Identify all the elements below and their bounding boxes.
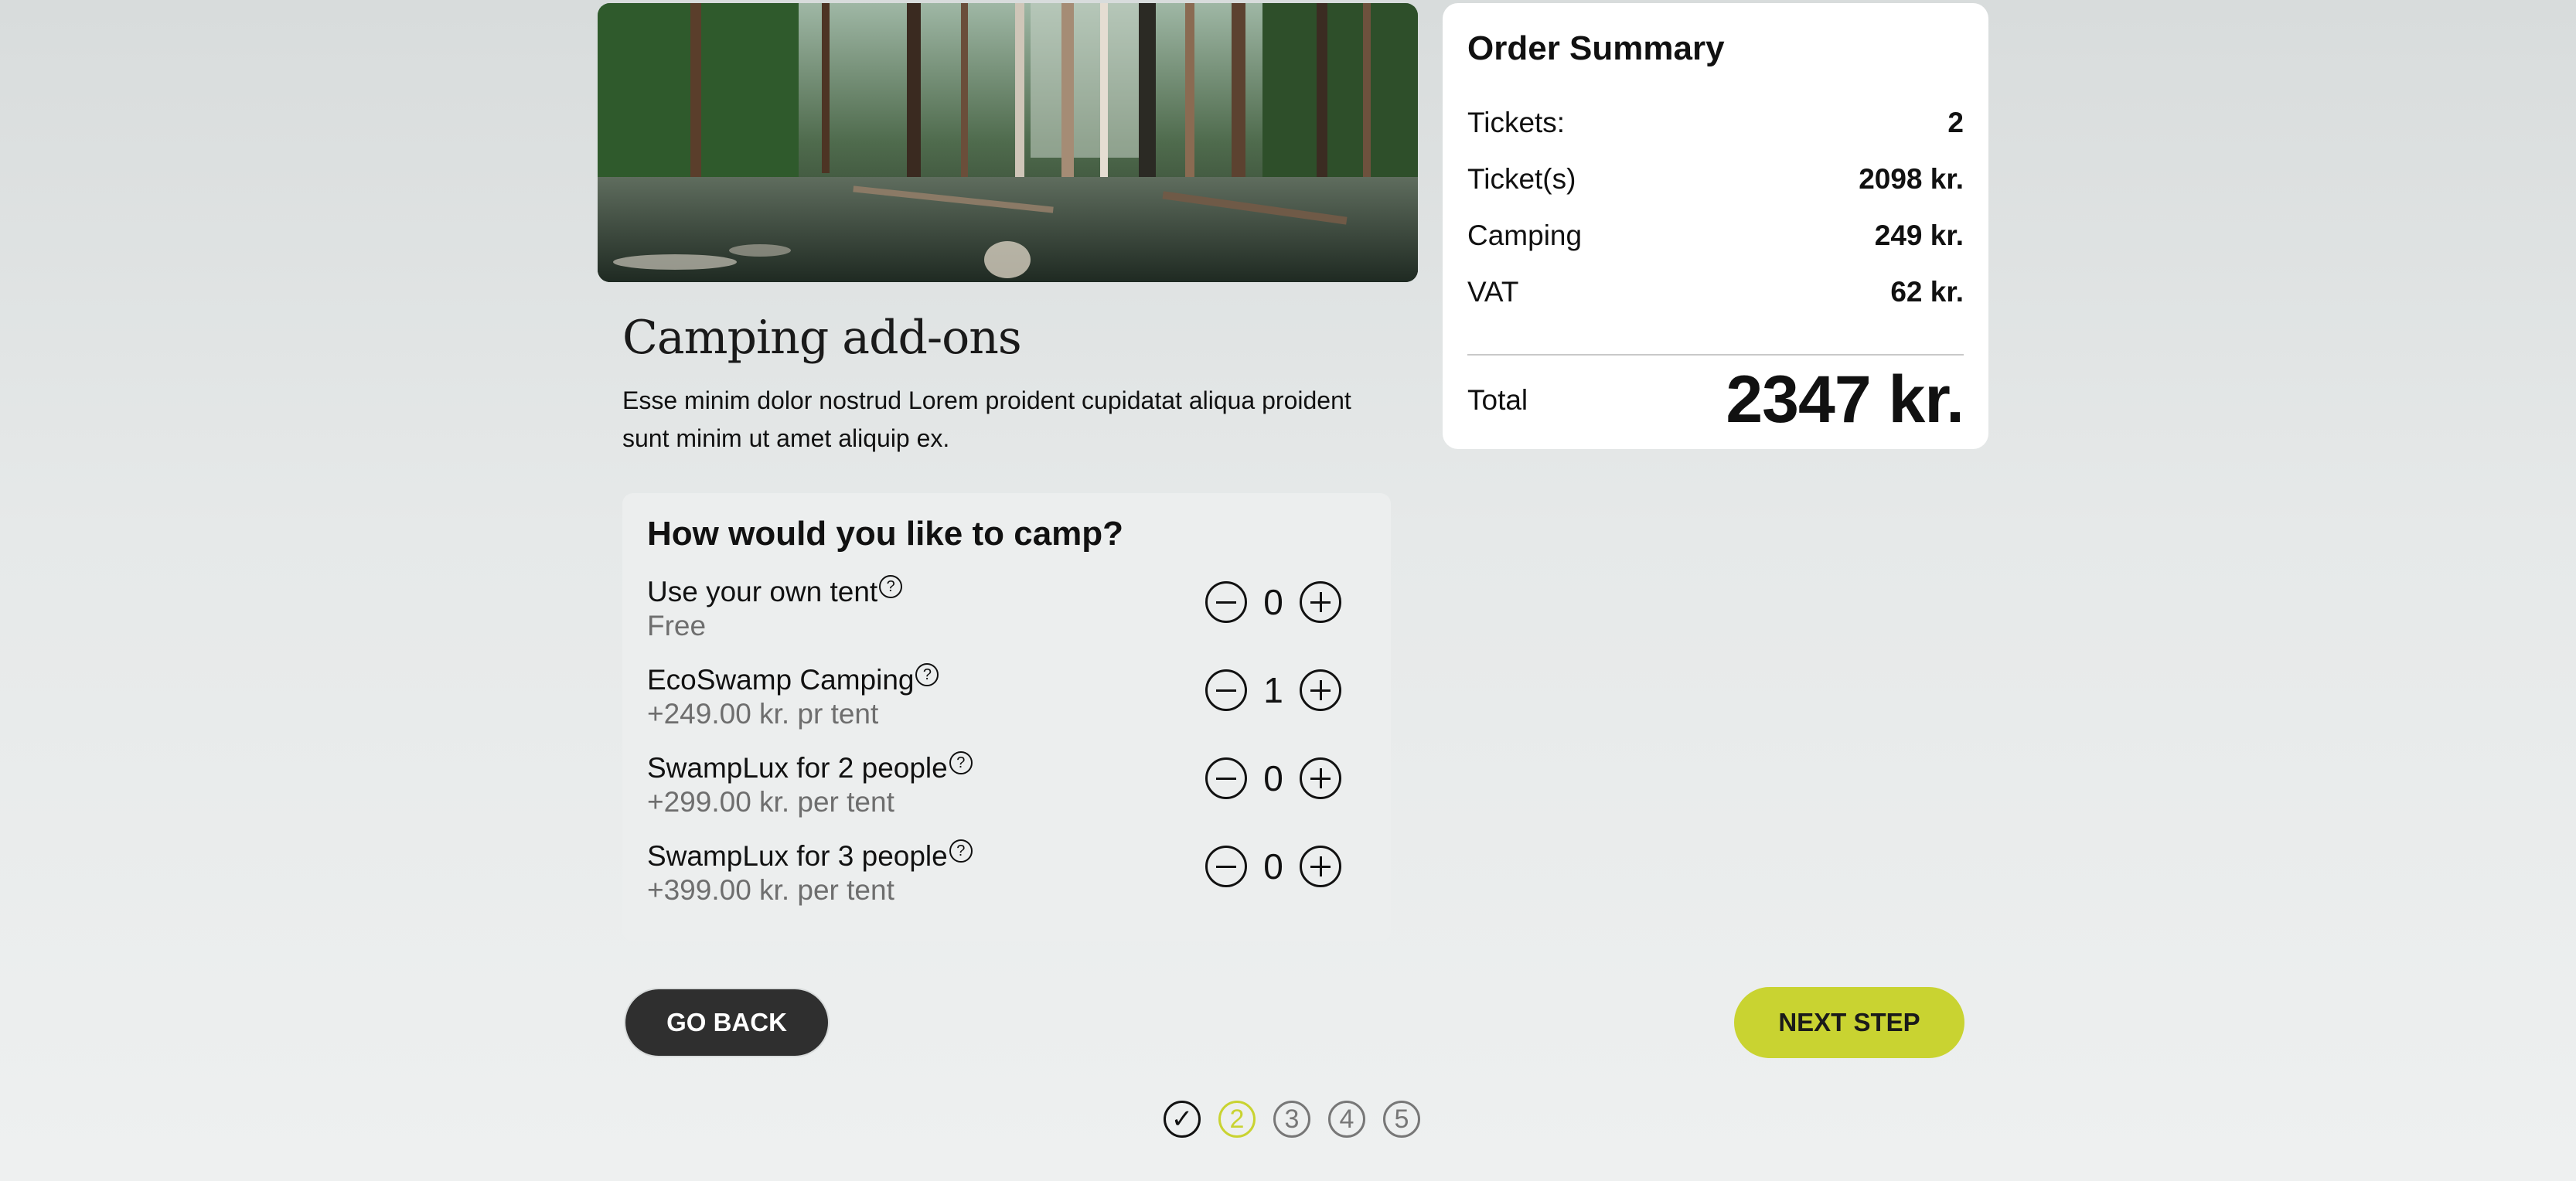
option-name: EcoSwamp Camping <box>647 664 915 696</box>
help-circle-icon[interactable]: ? <box>879 575 903 598</box>
step-2-indicator[interactable]: 2 <box>1218 1101 1256 1138</box>
quantity-value: 1 <box>1263 670 1283 710</box>
page-description: Esse minim dolor nostrud Lorem proident … <box>622 386 1351 452</box>
step-4-indicator[interactable]: 4 <box>1328 1101 1365 1138</box>
option-name: Use your own tent <box>647 576 878 608</box>
summary-label: Tickets: <box>1467 106 1566 138</box>
order-summary-title: Order Summary <box>1467 29 1725 67</box>
quantity-value: 0 <box>1263 758 1283 798</box>
quantity-stepper: 0 <box>1205 846 1341 887</box>
summary-value: 62 kr. <box>1890 275 1964 308</box>
total-label: Total <box>1467 383 1528 416</box>
step-5-indicator[interactable]: 5 <box>1383 1101 1420 1138</box>
camping-option-swamplux-2: SwampLux for 2 people? +299.00 kr. per t… <box>647 751 1366 839</box>
option-name: SwampLux for 2 people <box>647 752 948 784</box>
total-value: 2347 kr. <box>1726 362 1964 437</box>
quantity-stepper: 1 <box>1205 669 1341 711</box>
go-back-button[interactable]: GO BACK <box>625 989 828 1056</box>
order-summary-card: Order Summary Tickets: 2 Ticket(s) 2098 … <box>1443 3 1988 449</box>
summary-label: Ticket(s) <box>1467 162 1576 195</box>
summary-row-tickets-price: Ticket(s) 2098 kr. <box>1467 151 1964 207</box>
plus-circle-icon[interactable] <box>1300 581 1341 623</box>
minus-circle-icon[interactable] <box>1205 757 1247 799</box>
minus-circle-icon[interactable] <box>1205 846 1247 887</box>
summary-label: VAT <box>1467 275 1519 308</box>
quantity-value: 0 <box>1263 846 1283 887</box>
summary-row-tickets-count: Tickets: 2 <box>1467 94 1964 151</box>
plus-circle-icon[interactable] <box>1300 846 1341 887</box>
summary-value: 2098 kr. <box>1859 162 1964 195</box>
summary-row-vat: VAT 62 kr. <box>1467 264 1964 320</box>
camping-question: How would you like to camp? <box>647 515 1124 553</box>
summary-value: 249 kr. <box>1874 219 1964 251</box>
plus-circle-icon[interactable] <box>1300 757 1341 799</box>
quantity-stepper: 0 <box>1205 581 1341 623</box>
summary-total-row: Total 2347 kr. <box>1467 362 1964 438</box>
help-circle-icon[interactable]: ? <box>915 663 939 686</box>
summary-row-camping: Camping 249 kr. <box>1467 207 1964 264</box>
camping-option-ecoswamp: EcoSwamp Camping? +249.00 kr. pr tent 1 <box>647 663 1366 751</box>
help-circle-icon[interactable]: ? <box>949 839 973 863</box>
camping-option-swamplux-3: SwampLux for 3 people? +399.00 kr. per t… <box>647 839 1366 927</box>
camping-option-own-tent: Use your own tent? Free 0 <box>647 575 1366 663</box>
progress-steps: ✓ 2 3 4 5 <box>1164 1101 1420 1138</box>
quantity-stepper: 0 <box>1205 757 1341 799</box>
minus-circle-icon[interactable] <box>1205 669 1247 711</box>
forest-swamp-image <box>598 3 1418 282</box>
plus-circle-icon[interactable] <box>1300 669 1341 711</box>
hero-image <box>598 3 1418 282</box>
camping-options-panel: How would you like to camp? Use your own… <box>622 493 1391 941</box>
next-step-button[interactable]: NEXT STEP <box>1734 987 1964 1058</box>
option-name: SwampLux for 3 people <box>647 840 948 872</box>
page-title: Camping add-ons <box>622 311 1022 365</box>
step-3-indicator[interactable]: 3 <box>1273 1101 1310 1138</box>
step-1-check-icon[interactable]: ✓ <box>1164 1101 1201 1138</box>
summary-label: Camping <box>1467 219 1583 251</box>
summary-value: 2 <box>1947 106 1964 138</box>
quantity-value: 0 <box>1263 582 1283 622</box>
help-circle-icon[interactable]: ? <box>949 751 973 774</box>
minus-circle-icon[interactable] <box>1205 581 1247 623</box>
summary-divider <box>1467 354 1964 356</box>
